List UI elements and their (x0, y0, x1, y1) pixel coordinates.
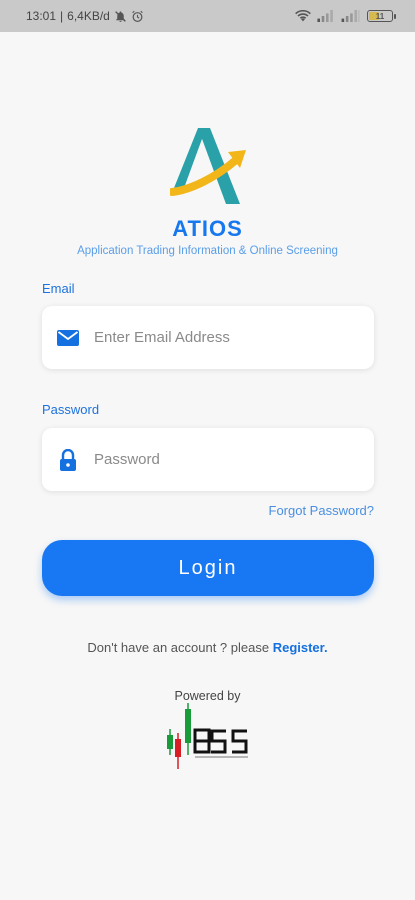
status-network-speed: 6,4KB/d (67, 9, 110, 23)
app-name: ATIOS (172, 216, 243, 241)
register-prompt-text: Don't have an account ? please (87, 640, 273, 655)
register-prompt: Don't have an account ? please Register. (0, 640, 415, 655)
status-time: 13:01 (26, 9, 57, 23)
wifi-icon (295, 10, 311, 22)
signal-icon-2 (341, 10, 361, 22)
mail-icon (56, 326, 80, 350)
status-left: 13:01 | 6,4KB/d (26, 9, 144, 23)
email-input[interactable] (94, 329, 354, 346)
forgot-password-link[interactable]: Forgot Password? (269, 503, 375, 518)
password-label: Password (42, 402, 100, 417)
powered-by-label: Powered by (174, 689, 241, 703)
atios-logo-icon (170, 128, 246, 204)
signal-icon (317, 10, 335, 22)
password-field-card[interactable] (42, 428, 374, 491)
register-link[interactable]: Register. (273, 640, 328, 655)
alarm-icon (131, 10, 144, 23)
notification-off-icon (114, 10, 127, 23)
status-right: 11 (295, 10, 396, 22)
bss-logo-icon (167, 703, 248, 769)
lock-icon (56, 448, 80, 472)
app-tagline: Application Trading Information & Online… (77, 245, 338, 257)
login-button[interactable]: Login (42, 540, 374, 596)
battery-level: 11 (375, 11, 385, 21)
email-field-card[interactable] (42, 306, 374, 369)
status-separator: | (60, 9, 64, 23)
battery-icon: 11 (367, 10, 396, 22)
email-label: Email (42, 281, 75, 296)
password-input[interactable] (94, 451, 354, 468)
status-bar: 13:01 | 6,4KB/d 11 (0, 0, 415, 32)
